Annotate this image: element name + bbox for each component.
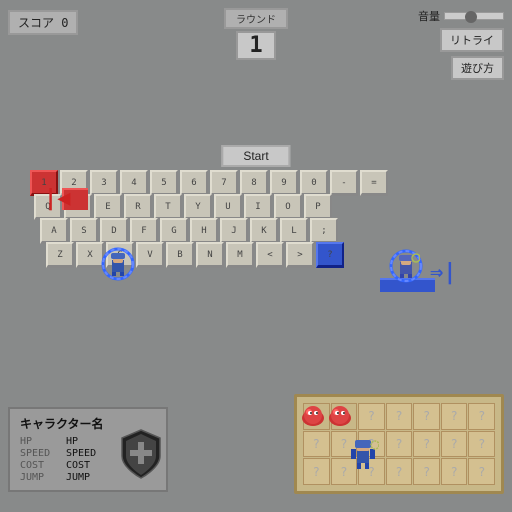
start-button[interactable]: Start xyxy=(221,145,290,167)
key-?[interactable]: ? xyxy=(316,242,344,268)
howto-button[interactable]: 遊び方 xyxy=(451,56,504,80)
slime-1 xyxy=(300,402,326,430)
player-arrow-left: |◀ xyxy=(44,186,71,211)
volume-thumb xyxy=(465,11,477,23)
key-H[interactable]: H xyxy=(190,218,218,244)
key-A[interactable]: A xyxy=(40,218,68,244)
key-0[interactable]: 0 xyxy=(300,170,328,196)
monster-cell-2-0: ? xyxy=(303,458,330,485)
monster-cell-2-4: ? xyxy=(413,458,440,485)
monster-cell-1-3: ? xyxy=(386,431,413,458)
keyboard: 1234567890-= QWERTYUIOP ASDFGHJKL; ZXCVB… xyxy=(30,170,388,270)
slime-2 xyxy=(327,402,353,430)
key-P[interactable]: P xyxy=(304,194,332,220)
monster-cell-2-6: ? xyxy=(468,458,495,485)
key-G[interactable]: G xyxy=(160,218,188,244)
key-M[interactable]: M xyxy=(226,242,254,268)
monster-cell-1-4: ? xyxy=(413,431,440,458)
round-box: ラウンド 1 xyxy=(224,8,288,60)
key-9[interactable]: 9 xyxy=(270,170,298,196)
score-box: スコア 0 xyxy=(8,10,78,35)
game-area: スコア 0 ラウンド 1 音量 リトライ 遊び方 Start 123456789… xyxy=(0,0,512,512)
key-V[interactable]: V xyxy=(136,242,164,268)
volume-slider[interactable] xyxy=(444,12,504,20)
score-label: スコア xyxy=(18,16,54,30)
key-T[interactable]: T xyxy=(154,194,182,220)
key-4[interactable]: 4 xyxy=(120,170,148,196)
keyboard-row-3: ASDFGHJKL; xyxy=(40,218,388,244)
enemy-arrow-right: ⇒| xyxy=(430,260,457,285)
key-J[interactable]: J xyxy=(220,218,248,244)
round-label: ラウンド xyxy=(224,8,288,29)
key-D[interactable]: D xyxy=(100,218,128,244)
key-6[interactable]: 6 xyxy=(180,170,208,196)
key-F[interactable]: F xyxy=(130,218,158,244)
monster-cell-0-4: ? xyxy=(413,403,440,430)
retry-button[interactable]: リトライ xyxy=(440,28,504,52)
volume-row: 音量 xyxy=(418,8,504,24)
key-=[interactable]: = xyxy=(360,170,388,196)
key-5[interactable]: 5 xyxy=(150,170,178,196)
monster-cell-1-6: ? xyxy=(468,431,495,458)
top-right-controls: 音量 リトライ 遊び方 xyxy=(418,8,504,80)
key-N[interactable]: N xyxy=(196,242,224,268)
monster-cell-1-0: ? xyxy=(303,431,330,458)
monster-cell-2-3: ? xyxy=(386,458,413,485)
key-L[interactable]: L xyxy=(280,218,308,244)
key-7[interactable]: 7 xyxy=(210,170,238,196)
key-S[interactable]: S xyxy=(70,218,98,244)
shield-icon xyxy=(118,428,164,484)
key-;[interactable]: ; xyxy=(310,218,338,244)
key->[interactable]: > xyxy=(286,242,314,268)
enemy-character xyxy=(392,252,420,284)
key-3[interactable]: 3 xyxy=(90,170,118,196)
monster-cell-2-5: ? xyxy=(441,458,468,485)
monster-cell-0-6: ? xyxy=(468,403,495,430)
key-Y[interactable]: Y xyxy=(184,194,212,220)
key-O[interactable]: O xyxy=(274,194,302,220)
key-<[interactable]: < xyxy=(256,242,284,268)
key-I[interactable]: I xyxy=(244,194,272,220)
key--[interactable]: - xyxy=(330,170,358,196)
volume-label: 音量 xyxy=(418,8,440,24)
key-R[interactable]: R xyxy=(124,194,152,220)
key-B[interactable]: B xyxy=(166,242,194,268)
key-U[interactable]: U xyxy=(214,194,242,220)
round-number: 1 xyxy=(236,31,276,60)
key-E[interactable]: E xyxy=(94,194,122,220)
monster-cell-1-5: ? xyxy=(441,431,468,458)
monster-cell-0-5: ? xyxy=(441,403,468,430)
keyboard-row-4: ZXCVBNM<>? xyxy=(46,242,388,268)
key-K[interactable]: K xyxy=(250,218,278,244)
monster-box: ??????????????????? xyxy=(294,394,504,494)
monster-cell-0-3: ? xyxy=(386,403,413,430)
player-character xyxy=(104,250,132,282)
score-value: 0 xyxy=(61,16,68,30)
monster-knight xyxy=(347,435,379,475)
key-8[interactable]: 8 xyxy=(240,170,268,196)
monster-cell-0-2: ? xyxy=(358,403,385,430)
key-Z[interactable]: Z xyxy=(46,242,74,268)
